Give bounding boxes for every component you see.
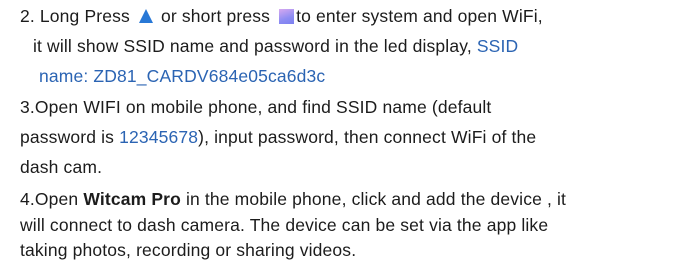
step4-line1: 4.Open Witcam Pro in the mobile phone, c… [20, 187, 566, 211]
step4-line2: will connect to dash camera. The device … [20, 213, 548, 237]
up-triangle-icon [138, 9, 153, 23]
step3-line1: 3.Open WIFI on mobile phone, and find SS… [20, 95, 491, 119]
step2-text-c: to enter system and open WiFi, [296, 6, 543, 26]
ssid-label: SSID [476, 36, 519, 56]
ssid-value: ZD81_CARDV684e05ca6d3c [93, 66, 326, 86]
step3-line3: dash cam. [20, 155, 102, 179]
step2-text-b: or short press [155, 6, 276, 26]
step2-text-a: 2. Long Press [20, 6, 135, 26]
step3-text-b: password is [20, 127, 120, 147]
step3-text-a: 3.Open WIFI on mobile phone, and find SS… [20, 97, 492, 117]
step2-line3: name: ZD81_CARDV684e05ca6d3c [39, 64, 325, 88]
step2-line1: 2. Long Press or short press to enter sy… [20, 4, 543, 28]
step4-text-a: 4.Open [20, 189, 84, 209]
app-name: Witcam Pro [83, 189, 181, 209]
ssid-name-label: name: [39, 66, 94, 86]
default-password: 12345678 [119, 127, 199, 147]
menu-square-icon [279, 9, 295, 24]
step2-text-d: it will show SSID name and password in t… [33, 36, 477, 56]
step3-text-d: dash cam. [20, 157, 103, 177]
step4-text-b: in the mobile phone, click and add the d… [180, 189, 567, 209]
step3-line2: password is 12345678), input password, t… [20, 125, 536, 149]
step4-line3: taking photos, recording or sharing vide… [20, 238, 356, 262]
step4-text-d: taking photos, recording or sharing vide… [20, 240, 357, 260]
step3-text-c: ), input password, then connect WiFi of … [198, 127, 537, 147]
step2-line2: it will show SSID name and password in t… [33, 34, 518, 58]
step4-text-c: will connect to dash camera. The device … [20, 215, 549, 235]
